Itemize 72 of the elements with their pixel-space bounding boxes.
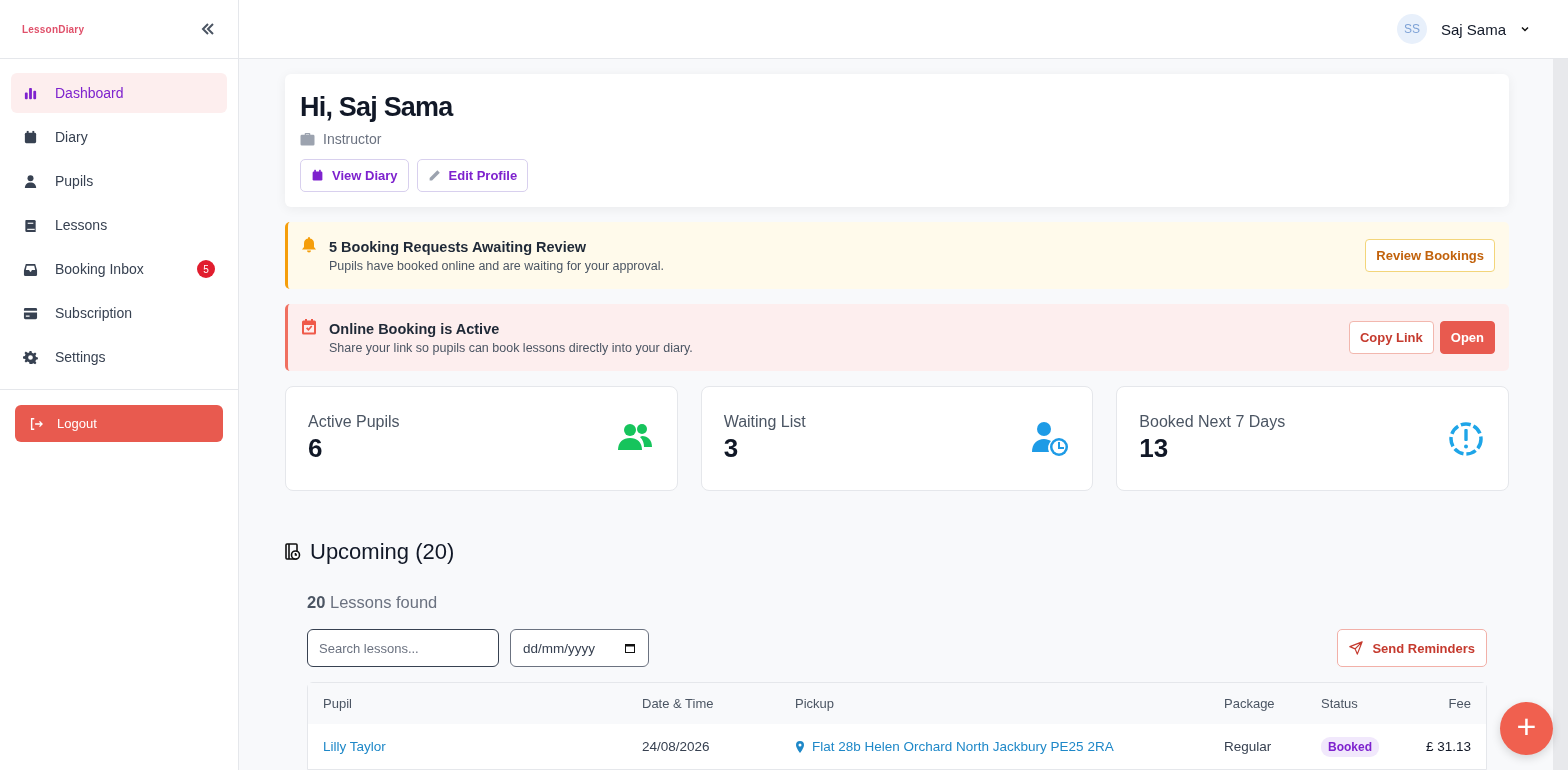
collapse-sidebar-button[interactable] <box>200 21 216 37</box>
sidebar-item-label: Booking Inbox <box>55 261 145 277</box>
sidebar-item-label: Diary <box>55 129 89 145</box>
pickup-link[interactable]: Flat 28b Helen Orchard North Jackbury PE25 2RA <box>812 739 1114 754</box>
send-reminders-button[interactable]: Send Reminders <box>1337 629 1487 667</box>
stat-label: Booked Next 7 Days <box>1139 413 1286 431</box>
sidebar-item[interactable]: Booking Inbox 5 <box>11 249 227 289</box>
section-title: Upcoming (20) <box>310 539 455 565</box>
alert-text: Share your link so pupils can book lessons directly into your diary. <box>329 340 694 355</box>
status-badge: Booked <box>1321 736 1379 757</box>
calendar-icon <box>23 129 38 145</box>
column-header: Date & Time <box>642 696 715 711</box>
count-badge: 5 <box>197 260 215 278</box>
date-cell-text: 24/08/2026 <box>642 739 711 754</box>
stat-value: 3 <box>723 433 740 464</box>
sidebar-item-label: Settings <box>55 349 107 365</box>
logout-button[interactable]: Logout <box>15 405 223 442</box>
sidebar-item[interactable]: Lessons <box>11 205 227 245</box>
logout-icon <box>29 416 43 431</box>
alert-title: Online Booking is Active <box>329 320 501 337</box>
greeting-title: Hi, Saj Sama <box>300 92 455 123</box>
bell-icon <box>301 236 317 253</box>
profile-action-button[interactable]: View Diary <box>300 159 409 192</box>
briefcase-icon <box>300 132 315 146</box>
inbox-icon <box>23 261 38 277</box>
caret-icon[interactable] <box>1520 24 1530 34</box>
column-header: Fee <box>1447 696 1471 711</box>
scrollbar-track[interactable] <box>1553 59 1568 770</box>
column-header: Pupil <box>323 696 353 711</box>
package-cell-text: Regular <box>1224 739 1273 754</box>
pupil-link[interactable]: Lilly Taylor <box>323 739 642 754</box>
date-field[interactable]: dd/mm/yyyy <box>510 629 649 667</box>
sidebar-item-label: Lessons <box>55 217 109 233</box>
profile-action-button[interactable]: Edit Profile <box>416 159 529 192</box>
sidebar-item[interactable]: Dashboard <box>11 73 227 113</box>
column-header: Pickup <box>795 696 836 711</box>
sidebar-item-label: Subscription <box>55 305 134 321</box>
sidebar-item[interactable]: Settings <box>11 337 227 377</box>
sidebar-item[interactable]: Diary <box>11 117 227 157</box>
alert-action-button[interactable]: Review Bookings <box>1365 239 1495 272</box>
alert-text: Pupils have booked online and are waiting for your approval. <box>329 258 665 273</box>
calendar-icon <box>311 169 324 182</box>
stat-label: Active Pupils <box>308 413 400 431</box>
fee-cell-text: £ 31.13 <box>1424 739 1471 754</box>
search-field[interactable]: Search lessons... <box>307 629 499 667</box>
calendar-check-icon <box>301 318 317 335</box>
sidebar-item[interactable]: Subscription <box>11 293 227 333</box>
calendar-icon[interactable] <box>624 642 636 654</box>
user-name[interactable]: Saj Sama <box>1440 20 1506 38</box>
alert-action-button[interactable]: Open <box>1439 321 1495 354</box>
alert-title: 5 Booking Requests Awaiting Review <box>329 238 588 255</box>
sidebar-item-label: Pupils <box>55 173 95 189</box>
column-header: Package <box>1224 696 1276 711</box>
gear-icon <box>23 349 38 365</box>
calendar-clock-icon <box>285 543 301 561</box>
person-icon <box>23 173 38 189</box>
logo[interactable]: LessonDiary <box>22 23 85 35</box>
card-icon <box>23 305 38 321</box>
alert-action-button[interactable]: Copy Link <box>1348 321 1434 354</box>
sidebar-item[interactable]: Pupils <box>11 161 227 201</box>
stat-value: 13 <box>1139 433 1170 464</box>
role-label: Instructor <box>323 131 382 147</box>
stat-value: 6 <box>308 433 324 464</box>
paper-plane-icon <box>1349 641 1364 655</box>
pencil-icon <box>427 169 441 182</box>
stat-label: Waiting List <box>723 413 806 431</box>
book-icon <box>23 217 38 233</box>
column-header: Status <box>1321 696 1359 711</box>
sidebar-item-label: Dashboard <box>55 85 125 101</box>
chart-icon <box>23 85 38 101</box>
map-pin-icon <box>795 740 805 753</box>
results-count: 20 Lessons found <box>307 593 439 612</box>
